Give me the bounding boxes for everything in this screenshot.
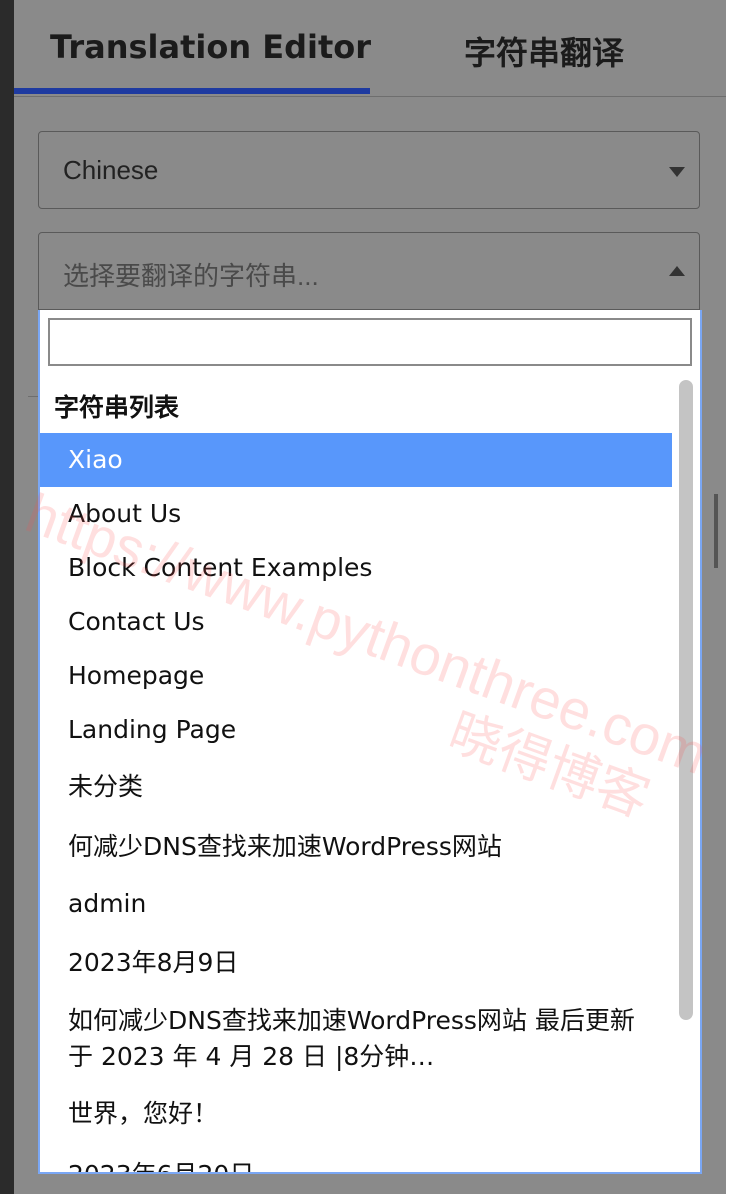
dropdown-search-input[interactable] bbox=[48, 318, 692, 366]
language-select[interactable]: Chinese bbox=[38, 131, 700, 209]
tab-translation-editor[interactable]: Translation Editor bbox=[50, 28, 371, 78]
string-select-placeholder: 选择要翻译的字符串... bbox=[63, 261, 319, 291]
option-item[interactable]: 世界，您好！ bbox=[40, 1087, 672, 1145]
option-item[interactable]: Xiao bbox=[40, 433, 672, 487]
left-window-edge bbox=[0, 0, 14, 1194]
dropdown-scrollbar[interactable] bbox=[678, 380, 694, 1170]
option-item[interactable]: admin bbox=[40, 875, 672, 933]
option-item[interactable]: Landing Page bbox=[40, 703, 672, 757]
option-item[interactable]: Block Content Examples bbox=[40, 541, 672, 595]
string-dropdown: 字符串列表 Xiao About Us Block Content Exampl… bbox=[38, 310, 702, 1174]
background-element-fragment bbox=[714, 494, 718, 568]
chevron-down-icon bbox=[669, 167, 685, 177]
translation-panel: Translation Editor 字符串翻译 Chinese 选择要翻译的字… bbox=[14, 0, 726, 1194]
option-item[interactable]: Contact Us bbox=[40, 595, 672, 649]
tab-bar: Translation Editor 字符串翻译 bbox=[14, 0, 726, 97]
right-window-edge bbox=[726, 0, 736, 1194]
option-item[interactable]: 何减少DNS查找来加速WordPress网站 bbox=[40, 817, 672, 875]
tab-string-translation[interactable]: 字符串翻译 bbox=[464, 28, 624, 78]
option-item[interactable]: 如何减少DNS查找来加速WordPress网站 最后更新于 2023 年 4 月… bbox=[40, 991, 672, 1083]
option-item[interactable]: About Us bbox=[40, 487, 672, 541]
option-list: 字符串列表 Xiao About Us Block Content Exampl… bbox=[40, 374, 672, 1172]
option-item[interactable]: 2023年6月20日 bbox=[40, 1147, 672, 1172]
option-item[interactable]: 2023年8月9日 bbox=[40, 933, 672, 991]
scrollbar-thumb[interactable] bbox=[679, 380, 693, 1020]
dropdown-search-wrap bbox=[40, 310, 700, 374]
option-group-label: 字符串列表 bbox=[54, 393, 180, 422]
string-select[interactable]: 选择要翻译的字符串... bbox=[38, 232, 700, 310]
option-item[interactable]: Homepage bbox=[40, 649, 672, 703]
option-item[interactable]: 未分类 bbox=[40, 759, 672, 817]
active-tab-indicator bbox=[14, 88, 370, 94]
chevron-up-icon bbox=[669, 266, 685, 276]
language-select-value: Chinese bbox=[63, 155, 159, 185]
